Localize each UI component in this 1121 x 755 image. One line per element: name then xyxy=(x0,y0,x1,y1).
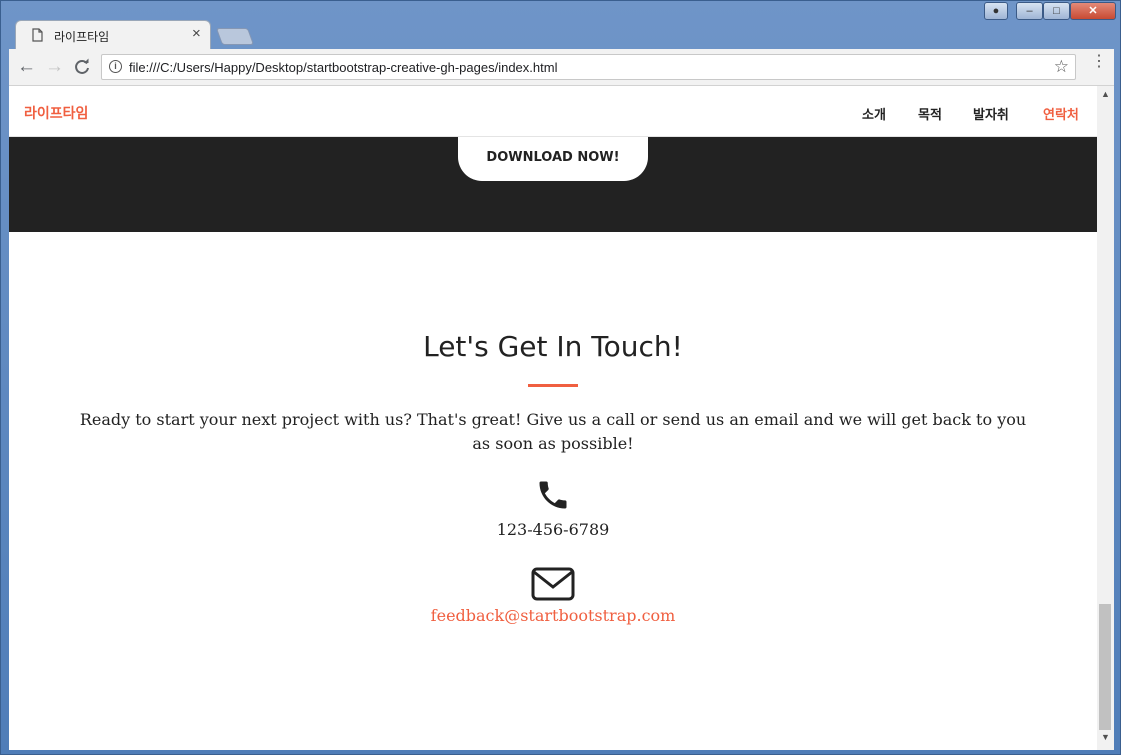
user-button[interactable]: ● xyxy=(984,2,1008,20)
url-text[interactable]: file:///C:/Users/Happy/Desktop/startboot… xyxy=(129,60,557,75)
tab-close-icon[interactable]: × xyxy=(192,25,201,42)
info-icon[interactable]: i xyxy=(109,60,122,73)
nav-link-contact[interactable]: 연락처 xyxy=(1043,104,1079,123)
forward-icon[interactable]: → xyxy=(45,57,64,77)
close-window-button[interactable]: ✕ xyxy=(1070,2,1116,20)
contact-heading: Let's Get In Touch! xyxy=(423,330,683,363)
download-button[interactable]: DOWNLOAD NOW! xyxy=(458,137,648,181)
browser-tab[interactable]: 라이프타임 × xyxy=(15,20,211,49)
page-viewport: 라이프타임 소개 목적 발자취 연락처 DOWNLOAD NOW! Let's … xyxy=(9,86,1097,750)
contact-lead-text: Ready to start your next project with us… xyxy=(79,410,1027,453)
scroll-down-icon[interactable]: ▼ xyxy=(1101,732,1110,742)
minimize-button[interactable]: – xyxy=(1016,2,1043,20)
maximize-button[interactable]: □ xyxy=(1043,2,1070,20)
contact-phone: 123-456-6789 xyxy=(496,520,610,539)
scroll-thumb[interactable] xyxy=(1099,604,1111,730)
nav-link-purpose[interactable]: 목적 xyxy=(918,104,942,123)
heading-divider xyxy=(528,384,578,387)
menu-icon[interactable]: ⋮ xyxy=(1091,54,1107,70)
browser-window: ● – □ ✕ 라이프타임 × ← → i file:///C:/Users/H… xyxy=(0,0,1121,755)
nav-link-about[interactable]: 소개 xyxy=(862,104,886,123)
address-bar[interactable]: i file:///C:/Users/Happy/Desktop/startbo… xyxy=(101,54,1076,80)
browser-toolbar: ← → i file:///C:/Users/Happy/Desktop/sta… xyxy=(9,49,1114,86)
page-icon xyxy=(32,28,43,42)
reload-icon[interactable] xyxy=(73,58,91,76)
site-brand[interactable]: 라이프타임 xyxy=(24,103,88,123)
tab-title: 라이프타임 xyxy=(54,30,110,44)
star-icon[interactable]: ☆ xyxy=(1054,57,1069,77)
new-tab-button[interactable] xyxy=(215,28,255,45)
site-navbar: 라이프타임 소개 목적 발자취 연락처 xyxy=(9,86,1097,137)
envelope-icon xyxy=(531,567,575,601)
contact-email-link[interactable]: feedback@startbootstrap.com xyxy=(9,606,1097,625)
phone-icon xyxy=(539,481,567,509)
nav-link-history[interactable]: 발자취 xyxy=(973,104,1009,123)
back-icon[interactable]: ← xyxy=(17,57,36,77)
scroll-up-icon[interactable]: ▲ xyxy=(1101,89,1110,99)
vertical-scrollbar[interactable]: ▲ ▼ xyxy=(1097,86,1114,750)
download-section: DOWNLOAD NOW! xyxy=(9,137,1097,232)
